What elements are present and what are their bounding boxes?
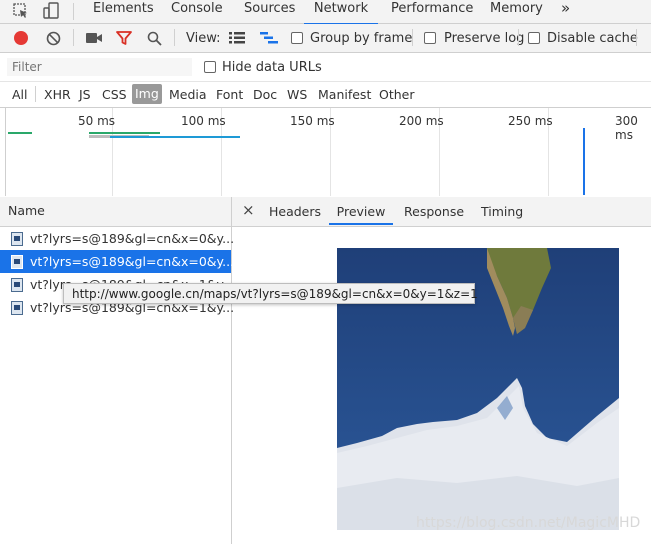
name-column-header[interactable]: Name — [0, 197, 232, 227]
request-row[interactable]: vt?lyrs=s@189&gl=cn&x=0&y... — [0, 227, 235, 250]
type-xhr[interactable]: XHR — [44, 87, 71, 102]
clear-icon[interactable] — [46, 31, 61, 46]
toolbar-divider-3 — [412, 29, 413, 46]
tab-memory[interactable]: Memory — [490, 0, 543, 23]
tab-console[interactable]: Console — [171, 0, 223, 23]
watermark-text: https://blog.csdn.net/MagicMHD — [416, 515, 641, 531]
group-by-frame-checkbox[interactable] — [291, 32, 303, 44]
image-file-icon — [11, 301, 23, 315]
tabbar-divider — [73, 3, 74, 20]
hide-data-urls-label: Hide data URLs — [222, 60, 322, 75]
capture-screenshots-icon[interactable] — [86, 32, 103, 44]
toolbar-divider-5 — [636, 29, 637, 46]
type-js[interactable]: JS — [79, 87, 91, 102]
search-icon[interactable] — [147, 31, 162, 46]
timeline-tick-label: 100 ms — [181, 114, 226, 128]
type-divider — [35, 86, 36, 102]
timeline-bar — [89, 132, 160, 134]
toolbar-divider — [73, 29, 74, 46]
filter-input[interactable] — [7, 58, 192, 76]
tab-sources[interactable]: Sources — [244, 0, 295, 23]
tab-response[interactable]: Response — [404, 204, 464, 219]
record-button[interactable] — [13, 30, 29, 46]
request-name: vt?lyrs=s@189&gl=cn&x=0&y... — [30, 254, 235, 269]
type-media[interactable]: Media — [169, 87, 207, 102]
timeline-bar — [110, 136, 240, 138]
group-by-frame-label: Group by frame — [310, 31, 413, 46]
more-tabs-button[interactable]: » — [561, 0, 570, 23]
tab-preview[interactable]: Preview — [329, 204, 393, 225]
type-ws[interactable]: WS — [287, 87, 307, 102]
filter-icon[interactable] — [116, 31, 132, 46]
timeline-tick-label: 300 ms — [615, 114, 638, 142]
type-manifest[interactable]: Manifest — [318, 87, 371, 102]
tab-headers[interactable]: Headers — [269, 204, 321, 219]
url-tooltip: http://www.google.cn/maps/vt?lyrs=s@189&… — [63, 283, 478, 304]
timeline-tick-label: 50 ms — [78, 114, 116, 128]
type-css[interactable]: CSS — [102, 87, 127, 102]
type-doc[interactable]: Doc — [253, 87, 277, 102]
disable-cache-checkbox[interactable] — [528, 32, 540, 44]
timeline-tick-label: 200 ms — [399, 114, 444, 128]
image-file-icon — [11, 255, 23, 269]
timeline-marker — [583, 128, 585, 195]
tab-elements[interactable]: Elements — [93, 0, 154, 23]
preserve-log-checkbox[interactable] — [424, 32, 436, 44]
device-toolbar-icon[interactable] — [43, 2, 61, 20]
preserve-log-label: Preserve log — [444, 31, 525, 46]
image-file-icon — [11, 232, 23, 246]
view-label: View: — [186, 31, 221, 46]
tab-performance[interactable]: Performance — [391, 0, 473, 23]
close-detail-icon[interactable]: × — [242, 201, 255, 219]
timeline-tick-label: 150 ms — [290, 114, 335, 128]
timeline-tick-label: 250 ms — [508, 114, 553, 128]
type-img[interactable]: Img — [132, 84, 162, 104]
type-all[interactable]: All — [12, 87, 28, 102]
disable-cache-label: Disable cache — [547, 31, 638, 46]
type-font[interactable]: Font — [216, 87, 243, 102]
waterfall-overview-icon[interactable] — [260, 31, 278, 45]
toolbar-divider-4 — [518, 29, 519, 46]
hide-data-urls-checkbox[interactable] — [204, 61, 216, 73]
toolbar-divider-2 — [174, 29, 175, 46]
name-header-label: Name — [8, 203, 45, 218]
type-other[interactable]: Other — [379, 87, 415, 102]
request-name: vt?lyrs=s@189&gl=cn&x=0&y... — [30, 231, 235, 246]
tab-timing[interactable]: Timing — [481, 204, 523, 219]
image-file-icon — [11, 278, 23, 292]
inspect-element-icon[interactable] — [13, 3, 29, 19]
large-rows-icon[interactable] — [229, 31, 245, 45]
timeline-bar — [8, 132, 32, 134]
tab-network[interactable]: Network — [304, 0, 378, 25]
request-row-selected[interactable]: vt?lyrs=s@189&gl=cn&x=0&y... — [0, 250, 235, 273]
